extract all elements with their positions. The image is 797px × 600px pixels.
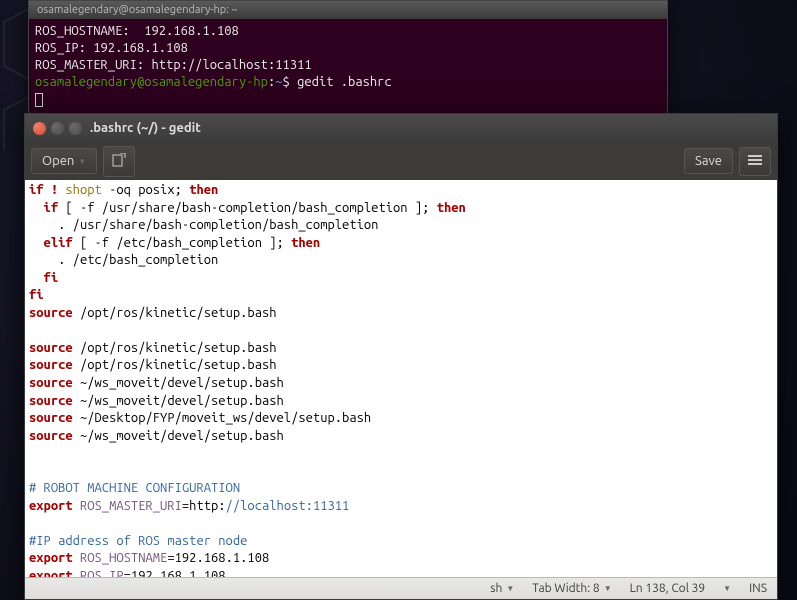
gedit-titlebar[interactable]: .bashrc (~/) - gedit (25, 114, 777, 142)
open-label: Open (42, 154, 74, 168)
terminal-prompt-user: osamalegendary@osamalegendary-hp (35, 75, 268, 89)
code-text: -oq posix; (102, 183, 189, 197)
gedit-window[interactable]: .bashrc (~/) - gedit Open ▼ Save if ! sh… (24, 113, 778, 600)
code-cmd: shopt (58, 183, 102, 197)
terminal-line: ROS_IP: 192.168.1.108 (35, 41, 188, 55)
code-kw: then (189, 183, 218, 197)
cursor-position: Ln 138, Col 39 (630, 582, 706, 595)
code-comment: //localhost:11311 (226, 499, 350, 513)
code-kw: source (29, 411, 73, 425)
code-comment: #IP address of ROS master node (29, 534, 247, 548)
code-text: [ -f /etc/bash_completion ]; (73, 236, 291, 250)
code-text: =192.168.1.108 (124, 569, 226, 577)
save-label: Save (695, 154, 722, 168)
code-var: ROS_HOSTNAME (73, 551, 168, 565)
close-icon[interactable] (33, 122, 46, 135)
tab-width-selector[interactable]: Tab Width: 8 ▼ (532, 582, 611, 595)
code-kw: elif (29, 236, 73, 250)
code-text: /opt/ros/kinetic/setup.bash (73, 306, 277, 320)
terminal-cursor (35, 93, 43, 107)
terminal-titlebar[interactable]: osamalegendary@osamalegendary-hp: ~ (29, 1, 667, 19)
language-label: sh (490, 582, 502, 595)
code-kw: source (29, 358, 73, 372)
code-kw: then (437, 201, 466, 215)
code-kw: export (29, 499, 73, 513)
code-var: ROS_IP (73, 569, 124, 577)
new-document-icon (112, 153, 126, 167)
terminal-window[interactable]: osamalegendary@osamalegendary-hp: ~ ROS_… (28, 0, 668, 118)
code-kw: if ! (29, 183, 58, 197)
gedit-title: .bashrc (~/) - gedit (90, 121, 201, 135)
terminal-line: ROS_HOSTNAME: 192.168.1.108 (35, 24, 239, 38)
chevron-down-icon[interactable]: ▼ (723, 584, 731, 593)
terminal-title: osamalegendary@osamalegendary-hp: ~ (37, 4, 238, 16)
code-text: /opt/ros/kinetic/setup.bash (73, 358, 277, 372)
code-kw: export (29, 551, 73, 565)
code-text: [ -f /usr/share/bash-completion/bash_com… (58, 201, 437, 215)
code-kw: export (29, 569, 73, 577)
line-col-label: Ln 138, Col 39 (630, 582, 706, 595)
code-text: . /usr/share/bash-completion/bash_comple… (29, 218, 378, 232)
terminal-prompt-sym: $ (283, 75, 290, 89)
code-comment: # ROBOT MACHINE CONFIGURATION (29, 481, 240, 495)
code-kw: source (29, 394, 73, 408)
chevron-down-icon: ▼ (78, 157, 86, 166)
maximize-icon[interactable] (69, 122, 82, 135)
save-button[interactable]: Save (684, 148, 733, 174)
tab-width-label: Tab Width: 8 (532, 582, 599, 595)
code-text: ~/ws_moveit/devel/setup.bash (73, 376, 284, 390)
hamburger-menu-button[interactable] (739, 147, 771, 176)
hamburger-icon (748, 154, 762, 166)
code-text: ~/Desktop/FYP/moveit_ws/devel/setup.bash (73, 411, 371, 425)
chevron-down-icon: ▼ (506, 584, 514, 593)
gedit-toolbar: Open ▼ Save (25, 142, 777, 180)
code-text: . /etc/bash_completion (29, 253, 218, 267)
code-var: ROS_MASTER_URI (73, 499, 182, 513)
code-kw: if (29, 201, 58, 215)
code-kw: source (29, 376, 73, 390)
new-tab-button[interactable] (103, 146, 135, 177)
terminal-body[interactable]: ROS_HOSTNAME: 192.168.1.108 ROS_IP: 192.… (29, 19, 667, 117)
terminal-prompt-path: ~ (275, 75, 282, 89)
code-text: ~/ws_moveit/devel/setup.bash (73, 429, 284, 443)
insert-mode[interactable]: INS (749, 582, 767, 595)
code-kw: then (291, 236, 320, 250)
minimize-icon[interactable] (51, 122, 64, 135)
insert-mode-label: INS (749, 582, 767, 595)
code-text: ~/ws_moveit/devel/setup.bash (73, 394, 284, 408)
editor-area[interactable]: if ! shopt -oq posix; then if [ -f /usr/… (25, 180, 777, 577)
code-kw: fi (29, 288, 44, 302)
code-kw: fi (29, 271, 58, 285)
status-bar: sh ▼ Tab Width: 8 ▼ Ln 138, Col 39 ▼ INS (25, 577, 777, 599)
code-kw: source (29, 306, 73, 320)
language-selector[interactable]: sh ▼ (490, 582, 514, 595)
code-kw: source (29, 341, 73, 355)
code-text: =192.168.1.108 (167, 551, 269, 565)
chevron-down-icon: ▼ (604, 584, 612, 593)
code-text: =http: (182, 499, 226, 513)
code-text: /opt/ros/kinetic/setup.bash (73, 341, 277, 355)
terminal-line: ROS_MASTER_URI: http://localhost:11311 (35, 58, 312, 72)
terminal-command: gedit .bashrc (290, 75, 392, 89)
code-kw: source (29, 429, 73, 443)
open-button[interactable]: Open ▼ (31, 148, 97, 174)
